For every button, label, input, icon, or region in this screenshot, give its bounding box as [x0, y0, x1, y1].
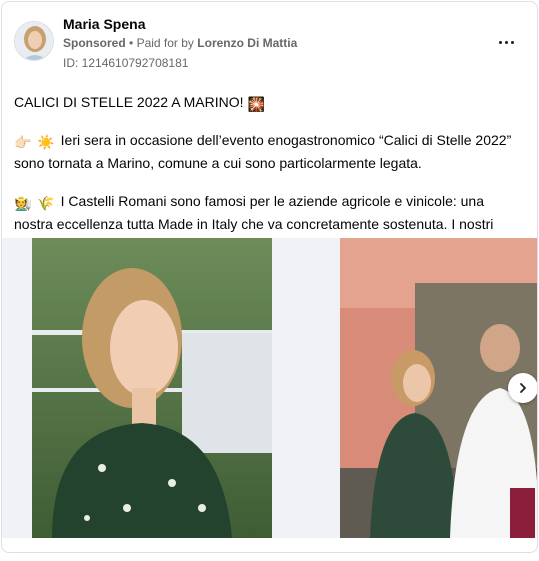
chevron-right-icon: [520, 383, 526, 393]
author-avatar[interactable]: [14, 21, 54, 61]
ad-post-card: Maria Spena Sponsored • Paid for by Lore…: [1, 1, 538, 553]
meta-separator: •: [129, 36, 134, 50]
post-title-text: CALICI DI STELLE 2022 A MARINO!: [14, 94, 244, 110]
post-paragraph-2: 👉🏻 ☀️ Ieri sera in occasione dell’evento…: [14, 130, 526, 174]
next-image-button[interactable]: [508, 373, 537, 403]
post-paragraph-1: CALICI DI STELLE 2022 A MARINO! 🎇: [14, 92, 526, 115]
paid-for-prefix: Paid for by: [136, 36, 194, 50]
sponsored-line: Sponsored • Paid for by Lorenzo Di Matti…: [63, 36, 297, 50]
more-options-button[interactable]: [492, 28, 520, 56]
author-name[interactable]: Maria Spena: [63, 16, 145, 32]
paid-for-by-name: Lorenzo Di Mattia: [197, 36, 298, 50]
farmer-emoji-icon: 🧑‍🌾: [14, 195, 32, 211]
library-id: ID: 1214610792708181: [63, 56, 189, 70]
sun-emoji-icon: ☀️: [37, 134, 55, 150]
post-body-text-2: Ieri sera in occasione dell’evento enoga…: [14, 132, 512, 171]
carousel-photo-1[interactable]: [32, 238, 272, 538]
more-options-icon: [497, 40, 515, 44]
image-carousel: [2, 238, 537, 538]
sponsored-label: Sponsored: [63, 36, 126, 50]
pointing-hand-emoji-icon: 👉🏻: [14, 134, 32, 150]
grain-emoji-icon: 🌾: [37, 195, 55, 211]
fireworks-emoji-icon: 🎇: [247, 96, 265, 112]
